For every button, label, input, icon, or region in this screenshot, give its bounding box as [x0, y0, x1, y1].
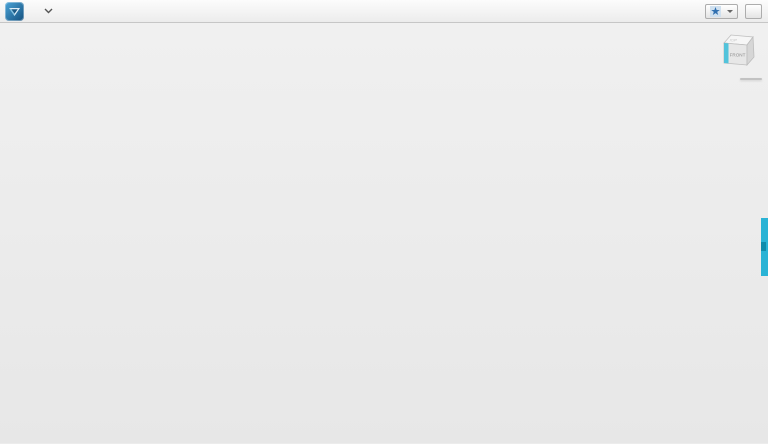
- parts-panel-tab[interactable]: [761, 218, 768, 276]
- top-menu-bar: [0, 0, 768, 23]
- chevron-down-icon: [727, 10, 733, 13]
- view-navigation-bar: [740, 78, 762, 80]
- account-area: [698, 4, 768, 19]
- view-cube-front-label: FRONT: [730, 53, 746, 58]
- workplane-grid: [0, 23, 768, 443]
- user-avatar: [710, 6, 721, 17]
- help-button[interactable]: [745, 4, 762, 19]
- 3d-viewport-canvas[interactable]: FRONT TOP: [0, 23, 768, 443]
- view-cube-edge-highlight: [724, 43, 729, 63]
- autodesk-123d-logo-icon: [5, 2, 24, 21]
- user-account-dropdown[interactable]: [705, 4, 738, 19]
- chevron-down-icon: [44, 8, 53, 14]
- app-brand-menu[interactable]: [0, 2, 170, 21]
- view-cube[interactable]: FRONT TOP: [716, 30, 760, 72]
- panel-tab-handle-icon: [761, 242, 766, 251]
